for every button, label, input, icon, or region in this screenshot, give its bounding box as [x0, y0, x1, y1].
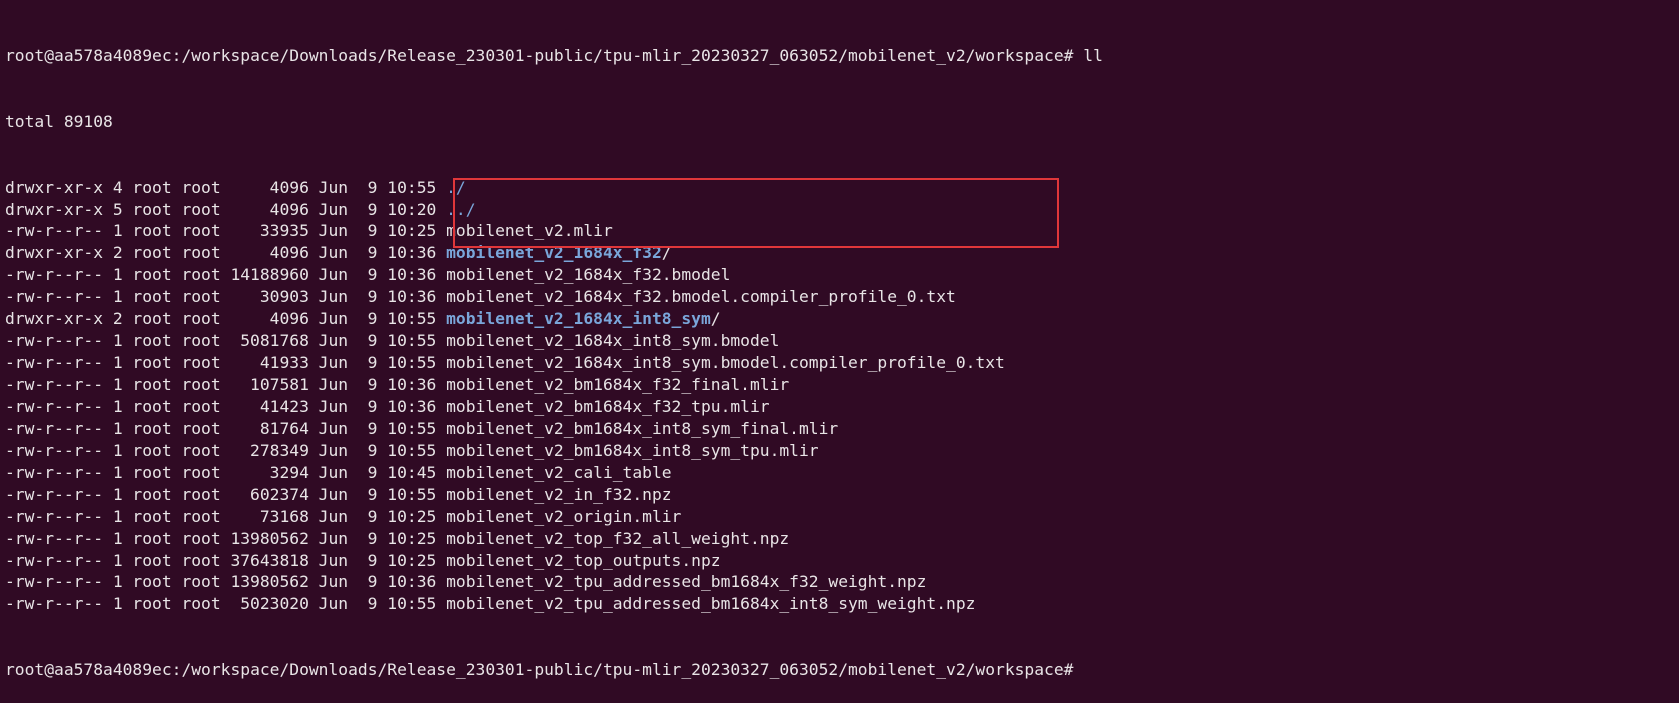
- prompt-symbol: #: [1063, 45, 1074, 65]
- final-prompt-line[interactable]: root@aa578a4089ec:/workspace/Downloads/R…: [5, 659, 1679, 681]
- file-name: mobilenet_v2_1684x_f32.bmodel: [446, 265, 731, 285]
- file-name: mobilenet_v2_1684x_int8_sym.bmodel.compi…: [446, 353, 1005, 373]
- file-metadata: -rw-r--r-- 1 root root 14188960 Jun 9 10…: [5, 265, 447, 285]
- listing-row: -rw-r--r-- 1 root root 5023020 Jun 9 10:…: [5, 593, 1679, 615]
- file-metadata: -rw-r--r-- 1 root root 602374 Jun 9 10:5…: [5, 484, 447, 504]
- listing-row: -rw-r--r-- 1 root root 13980562 Jun 9 10…: [5, 571, 1679, 593]
- listing-row: -rw-r--r-- 1 root root 14188960 Jun 9 10…: [5, 264, 1679, 286]
- directory-suffix: /: [661, 243, 672, 263]
- file-name: mobilenet_v2_top_f32_all_weight.npz: [446, 528, 790, 548]
- listing-row: -rw-r--r-- 1 root root 73168 Jun 9 10:25…: [5, 506, 1679, 528]
- listing-row: -rw-r--r-- 1 root root 3294 Jun 9 10:45 …: [5, 462, 1679, 484]
- listing-row: -rw-r--r-- 1 root root 33935 Jun 9 10:25…: [5, 220, 1679, 242]
- file-metadata: -rw-r--r-- 1 root root 37643818 Jun 9 10…: [5, 550, 447, 570]
- file-name: mobilenet_v2_1684x_f32.bmodel.compiler_p…: [446, 287, 956, 307]
- listing-row: -rw-r--r-- 1 root root 5081768 Jun 9 10:…: [5, 330, 1679, 352]
- listing-row: drwxr-xr-x 2 root root 4096 Jun 9 10:36 …: [5, 242, 1679, 264]
- file-name: mobilenet_v2_bm1684x_int8_sym_final.mlir: [446, 418, 839, 438]
- final-prompt-user-host: root@aa578a4089ec: [5, 660, 172, 680]
- listing-row: -rw-r--r-- 1 root root 37643818 Jun 9 10…: [5, 550, 1679, 572]
- file-metadata: -rw-r--r-- 1 root root 33935 Jun 9 10:25: [5, 221, 447, 241]
- terminal-window[interactable]: root@aa578a4089ec:/workspace/Downloads/R…: [0, 0, 1679, 679]
- directory-name: mobilenet_v2_1684x_int8_sym: [446, 309, 711, 329]
- listing-row: -rw-r--r-- 1 root root 41423 Jun 9 10:36…: [5, 396, 1679, 418]
- listing-row: -rw-r--r-- 1 root root 41933 Jun 9 10:55…: [5, 352, 1679, 374]
- file-metadata: -rw-r--r-- 1 root root 73168 Jun 9 10:25: [5, 506, 447, 526]
- file-metadata: drwxr-xr-x 2 root root 4096 Jun 9 10:55: [5, 309, 447, 329]
- listing-row: -rw-r--r-- 1 root root 81764 Jun 9 10:55…: [5, 418, 1679, 440]
- listing-row: drwxr-xr-x 5 root root 4096 Jun 9 10:20 …: [5, 199, 1679, 221]
- file-metadata: -rw-r--r-- 1 root root 3294 Jun 9 10:45: [5, 462, 447, 482]
- file-metadata: -rw-r--r-- 1 root root 30903 Jun 9 10:36: [5, 287, 447, 307]
- file-metadata: drwxr-xr-x 2 root root 4096 Jun 9 10:36: [5, 243, 447, 263]
- command-line: root@aa578a4089ec:/workspace/Downloads/R…: [5, 45, 1103, 65]
- file-metadata: drwxr-xr-x 5 root root 4096 Jun 9 10:20: [5, 199, 447, 219]
- listing-row: -rw-r--r-- 1 root root 602374 Jun 9 10:5…: [5, 484, 1679, 506]
- file-metadata: -rw-r--r-- 1 root root 41933 Jun 9 10:55: [5, 353, 447, 373]
- listing-row: -rw-r--r-- 1 root root 30903 Jun 9 10:36…: [5, 286, 1679, 308]
- file-metadata: -rw-r--r-- 1 root root 81764 Jun 9 10:55: [5, 418, 447, 438]
- command-text: ll: [1083, 45, 1103, 65]
- file-metadata: -rw-r--r-- 1 root root 278349 Jun 9 10:5…: [5, 440, 447, 460]
- listing-row: drwxr-xr-x 2 root root 4096 Jun 9 10:55 …: [5, 308, 1679, 330]
- final-prompt-symbol: #: [1063, 660, 1074, 680]
- listing-row: -rw-r--r-- 1 root root 107581 Jun 9 10:3…: [5, 374, 1679, 396]
- directory-name: ../: [446, 199, 476, 219]
- file-name: mobilenet_v2_tpu_addressed_bm1684x_f32_w…: [446, 572, 927, 592]
- file-name: mobilenet_v2_tpu_addressed_bm1684x_int8_…: [446, 594, 976, 614]
- listing-row: drwxr-xr-x 4 root root 4096 Jun 9 10:55 …: [5, 177, 1679, 199]
- file-name: mobilenet_v2_origin.mlir: [446, 506, 682, 526]
- file-metadata: -rw-r--r-- 1 root root 13980562 Jun 9 10…: [5, 528, 447, 548]
- prompt-user-host: root@aa578a4089ec: [5, 45, 172, 65]
- listing-row: -rw-r--r-- 1 root root 278349 Jun 9 10:5…: [5, 440, 1679, 462]
- file-metadata: -rw-r--r-- 1 root root 5081768 Jun 9 10:…: [5, 331, 447, 351]
- total-line: total 89108: [5, 111, 113, 131]
- directory-name: ./: [446, 177, 466, 197]
- file-name: mobilenet_v2_bm1684x_f32_tpu.mlir: [446, 396, 770, 416]
- directory-suffix: /: [710, 309, 721, 329]
- prompt-path: /workspace/Downloads/Release_230301-publ…: [181, 45, 1064, 65]
- file-name: mobilenet_v2_in_f32.npz: [446, 484, 672, 504]
- final-prompt-path: /workspace/Downloads/Release_230301-publ…: [181, 660, 1064, 680]
- file-metadata: drwxr-xr-x 4 root root 4096 Jun 9 10:55: [5, 177, 447, 197]
- file-metadata: -rw-r--r-- 1 root root 41423 Jun 9 10:36: [5, 396, 447, 416]
- file-name: mobilenet_v2_1684x_int8_sym.bmodel: [446, 331, 780, 351]
- file-metadata: -rw-r--r-- 1 root root 13980562 Jun 9 10…: [5, 572, 447, 592]
- file-name: mobilenet_v2_bm1684x_f32_final.mlir: [446, 375, 790, 395]
- listing-row: -rw-r--r-- 1 root root 13980562 Jun 9 10…: [5, 528, 1679, 550]
- file-metadata: -rw-r--r-- 1 root root 107581 Jun 9 10:3…: [5, 375, 447, 395]
- directory-name: mobilenet_v2_1684x_f32: [446, 243, 662, 263]
- file-name: mobilenet_v2_bm1684x_int8_sym_tpu.mlir: [446, 440, 819, 460]
- file-metadata: -rw-r--r-- 1 root root 5023020 Jun 9 10:…: [5, 594, 447, 614]
- directory-listing: drwxr-xr-x 4 root root 4096 Jun 9 10:55 …: [5, 177, 1679, 616]
- file-name: mobilenet_v2.mlir: [446, 221, 613, 241]
- file-name: mobilenet_v2_top_outputs.npz: [446, 550, 721, 570]
- file-name: mobilenet_v2_cali_table: [446, 462, 672, 482]
